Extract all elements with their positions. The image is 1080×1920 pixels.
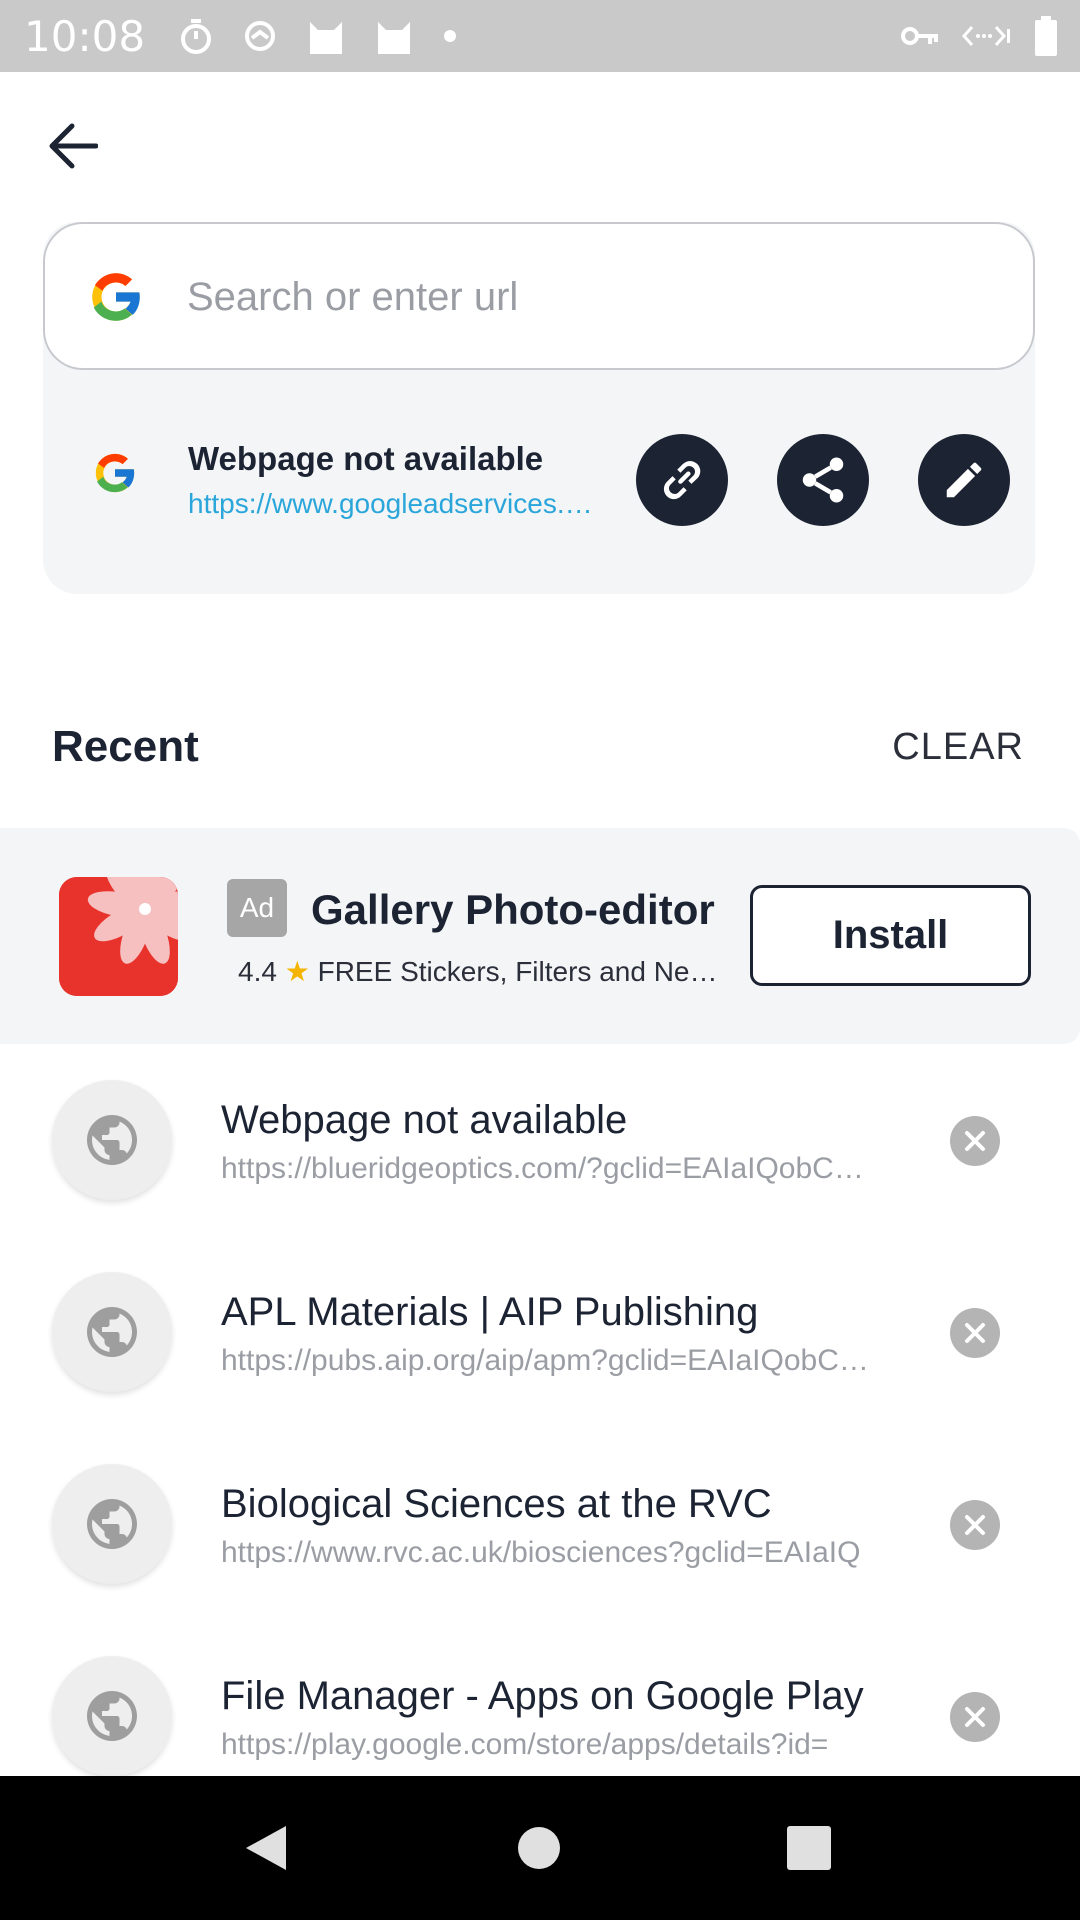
current-page-title: Webpage not available bbox=[188, 440, 544, 477]
vpn-key-icon bbox=[900, 24, 940, 48]
site-favicon bbox=[52, 1080, 172, 1200]
remove-item-button[interactable] bbox=[950, 1692, 1000, 1742]
recent-item-title: APL Materials | AIP Publishing bbox=[221, 1290, 759, 1334]
cat-icon bbox=[307, 18, 345, 54]
nav-back-button[interactable] bbox=[206, 1776, 326, 1920]
recent-item[interactable]: Biological Sciences at the RVC https://w… bbox=[0, 1444, 1080, 1624]
recent-item[interactable]: Webpage not available https://blueridgeo… bbox=[0, 1060, 1080, 1240]
recent-item-url: https://pubs.aip.org/aip/apm?gclid=EAIaI… bbox=[221, 1344, 871, 1377]
site-favicon bbox=[52, 1272, 172, 1392]
remove-item-button[interactable] bbox=[950, 1116, 1000, 1166]
data-arrows-icon bbox=[962, 21, 1012, 51]
site-favicon bbox=[52, 1464, 172, 1584]
ad-subtitle: 4.4 ★ FREE Stickers, Filters and New Fea… bbox=[238, 955, 732, 988]
close-icon bbox=[965, 1323, 985, 1343]
recent-item[interactable]: APL Materials | AIP Publishing https://p… bbox=[0, 1252, 1080, 1432]
globe-icon bbox=[87, 1499, 137, 1549]
recent-item-url: https://www.rvc.ac.uk/biosciences?gclid=… bbox=[221, 1536, 861, 1569]
current-page-url: https://www.googleadservices.com/pagead/… bbox=[188, 488, 600, 519]
ad-description: FREE Stickers, Filters and New Features bbox=[317, 956, 732, 987]
close-icon bbox=[965, 1707, 985, 1727]
app-icon[interactable] bbox=[59, 877, 178, 996]
remove-item-button[interactable] bbox=[950, 1500, 1000, 1550]
arrow-left-icon bbox=[49, 123, 98, 169]
share-icon bbox=[802, 457, 844, 503]
copy-link-button[interactable] bbox=[636, 434, 728, 526]
nav-recents-button[interactable] bbox=[749, 1776, 869, 1920]
google-logo-icon bbox=[85, 266, 147, 333]
recent-item-url: https://play.google.com/store/apps/detai… bbox=[221, 1728, 829, 1761]
status-icons-right bbox=[900, 0, 1058, 72]
nav-home-button[interactable] bbox=[479, 1776, 599, 1920]
site-favicon bbox=[52, 1656, 172, 1776]
ad-rating: 4.4 bbox=[238, 956, 277, 987]
ad-badge: Ad bbox=[227, 879, 287, 937]
remove-item-button[interactable] bbox=[950, 1308, 1000, 1358]
close-icon bbox=[965, 1515, 985, 1535]
timer-icon bbox=[179, 17, 213, 55]
link-icon bbox=[663, 461, 701, 500]
system-nav-bar bbox=[0, 1776, 1080, 1920]
edit-icon bbox=[946, 462, 982, 498]
nav-home-icon bbox=[518, 1827, 560, 1869]
share-button[interactable] bbox=[777, 434, 869, 526]
back-button[interactable] bbox=[40, 114, 104, 178]
star-icon: ★ bbox=[284, 956, 310, 987]
dot-icon bbox=[443, 29, 457, 43]
recent-title: Recent bbox=[52, 722, 199, 771]
edit-url-button[interactable] bbox=[918, 434, 1010, 526]
recent-item-title: Biological Sciences at the RVC bbox=[221, 1482, 772, 1526]
close-icon bbox=[965, 1131, 985, 1151]
status-icons-left bbox=[179, 17, 457, 55]
cat-icon bbox=[375, 18, 413, 54]
clear-button[interactable]: CLEAR bbox=[892, 726, 1024, 769]
search-card bbox=[43, 222, 1035, 594]
nav-back-icon bbox=[246, 1826, 286, 1870]
globe-icon bbox=[87, 1691, 137, 1741]
globe-icon bbox=[87, 1307, 137, 1357]
status-time: 10:08 bbox=[24, 11, 146, 61]
recent-item-title: File Manager - Apps on Google Play bbox=[221, 1674, 864, 1718]
recent-item-url: https://blueridgeoptics.com/?gclid=EAIaI… bbox=[221, 1152, 871, 1185]
install-button[interactable]: Install bbox=[750, 885, 1031, 986]
nav-recents-icon bbox=[787, 1826, 831, 1870]
recent-item-title: Webpage not available bbox=[221, 1098, 628, 1142]
search-box[interactable] bbox=[43, 222, 1035, 370]
status-bar: 10:08 bbox=[0, 0, 1080, 72]
google-logo-small-icon bbox=[90, 448, 140, 503]
globe-icon bbox=[87, 1115, 137, 1165]
battery-icon bbox=[1034, 16, 1058, 56]
ad-title[interactable]: Gallery Photo-editor bbox=[311, 886, 715, 934]
search-input[interactable] bbox=[187, 264, 987, 330]
sync-icon bbox=[243, 19, 277, 53]
